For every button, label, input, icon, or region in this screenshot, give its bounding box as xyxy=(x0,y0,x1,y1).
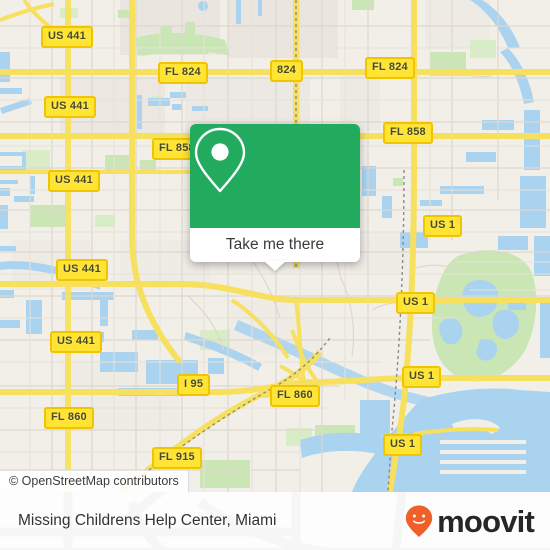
road-shield: US 441 xyxy=(50,331,102,353)
road-shield: US 1 xyxy=(383,434,423,456)
callout-pointer xyxy=(264,261,286,271)
road-shield: I 95 xyxy=(177,374,211,396)
road-shield: US 441 xyxy=(48,170,100,192)
callout-action[interactable]: Take me there xyxy=(190,228,360,271)
footer-bar: Missing Childrens Help Center, Miami moo… xyxy=(0,492,550,550)
road-shield: US 441 xyxy=(44,96,96,118)
moovit-wordmark: moovit xyxy=(437,503,535,539)
map-pin-icon xyxy=(194,127,246,193)
map-screenshot: .wtr { fill:#aad3f0; } .prk { fill:#c9e6… xyxy=(0,0,550,550)
road-shield: FL 824 xyxy=(365,57,415,79)
road-shield: US 441 xyxy=(56,259,108,281)
callout-icon-area xyxy=(190,124,360,228)
road-shield: FL 915 xyxy=(152,447,202,469)
road-shield: US 1 xyxy=(396,292,436,314)
road-shield: US 1 xyxy=(423,215,463,237)
road-shield: US 1 xyxy=(402,366,442,388)
road-shield: 824 xyxy=(270,60,303,82)
take-me-there-label: Take me there xyxy=(225,236,325,253)
road-shield: US 441 xyxy=(41,26,93,48)
map-attribution[interactable]: © OpenStreetMap contributors xyxy=(0,470,189,492)
road-shield: FL 860 xyxy=(44,407,94,429)
place-title: Missing Childrens Help Center, Miami xyxy=(18,512,277,529)
moovit-pin-icon xyxy=(405,505,433,537)
footer-content: Missing Childrens Help Center, Miami moo… xyxy=(0,492,550,550)
map-canvas[interactable]: .wtr { fill:#aad3f0; } .prk { fill:#c9e6… xyxy=(0,0,550,492)
road-shield: FL 824 xyxy=(158,62,208,84)
road-shield: FL 858 xyxy=(383,122,433,144)
road-shield: FL 860 xyxy=(270,385,320,407)
location-callout[interactable]: Take me there xyxy=(190,124,360,271)
moovit-logo[interactable]: moovit xyxy=(404,503,535,539)
